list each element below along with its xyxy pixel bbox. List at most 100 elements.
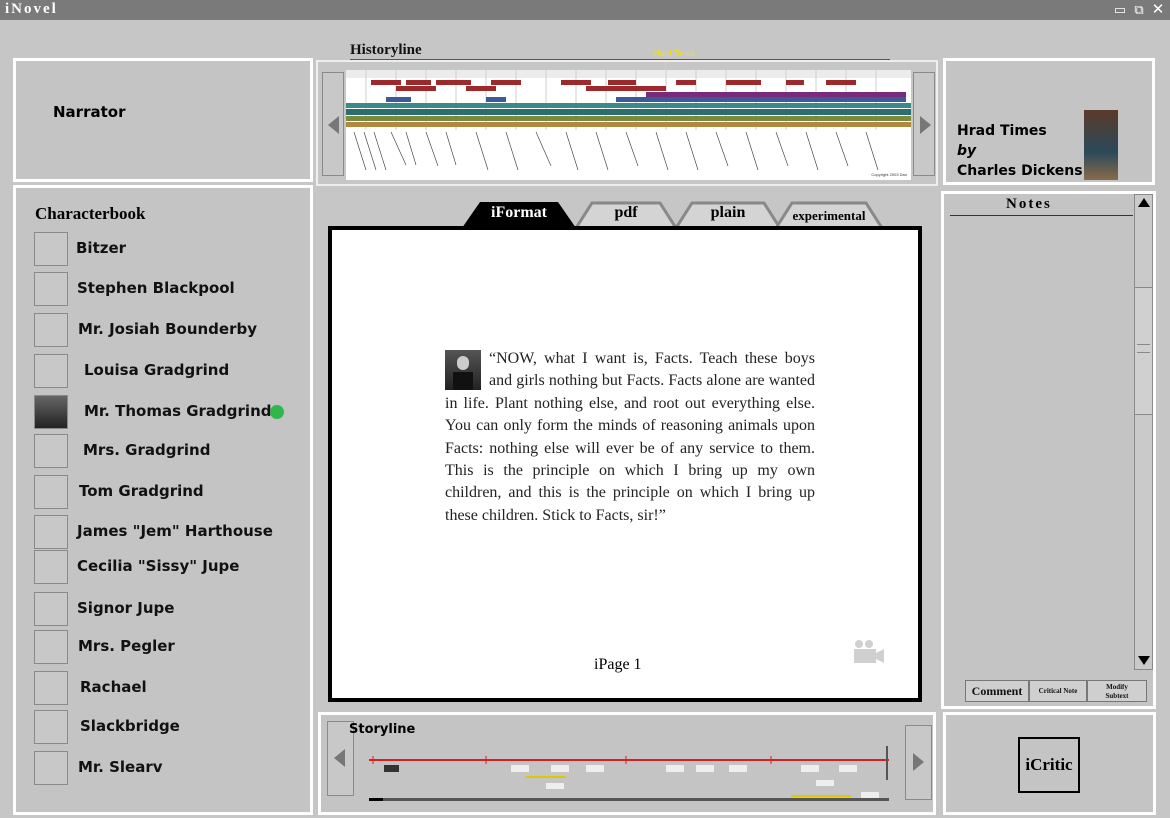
notes-area[interactable]	[950, 218, 1133, 674]
notes-title: Notes	[1006, 196, 1052, 212]
notes-divider	[950, 215, 1133, 216]
character-name: Tom Gradgrind	[79, 482, 204, 500]
scroll-thumb[interactable]	[1135, 287, 1152, 415]
minimize-button[interactable]: ▭	[1112, 2, 1128, 17]
character-item[interactable]: Signor Jupe	[34, 592, 304, 626]
character-avatar-placeholder[interactable]	[34, 232, 68, 266]
camera-icon[interactable]	[852, 638, 892, 666]
character-avatar-placeholder[interactable]	[34, 550, 68, 584]
historyline-highlight: Hard Times	[654, 49, 695, 58]
tab-plain-label: plain	[710, 204, 746, 221]
characterbook-title: Characterbook	[35, 204, 146, 223]
historyline-copyright: Copyright 2003 Dan	[871, 172, 907, 177]
book-info-panel: Hrad Times by Charles Dickens	[943, 58, 1155, 185]
character-name: Stephen Blackpool	[77, 279, 235, 297]
character-avatar-placeholder[interactable]	[34, 630, 68, 664]
historyline-title: Historyline	[350, 42, 422, 58]
character-item[interactable]: Mrs. Gradgrind	[34, 434, 304, 468]
tab-iformat[interactable]: iFormat	[462, 200, 576, 228]
arrow-left-icon	[328, 116, 339, 134]
passage-body: “NOW, what I want is, Facts. Teach these…	[445, 350, 815, 524]
character-name: Rachael	[80, 678, 147, 696]
icritic-button[interactable]: iCritic	[1018, 737, 1080, 793]
app-title: iNovel	[5, 1, 58, 17]
storyline-graphic[interactable]	[361, 740, 891, 802]
character-name: Cecilia "Sissy" Jupe	[77, 557, 240, 575]
character-name: Mr. Josiah Bounderby	[78, 320, 258, 338]
character-avatar-placeholder[interactable]	[34, 751, 68, 785]
character-name: Mr. Thomas Gradgrind	[84, 402, 272, 420]
tab-iformat-label: iFormat	[491, 204, 547, 221]
character-avatar-placeholder[interactable]	[34, 671, 68, 705]
close-button[interactable]: ✕	[1150, 2, 1166, 17]
passage-text[interactable]: “NOW, what I want is, Facts. Teach these…	[445, 348, 815, 527]
storyline-next-button[interactable]	[905, 725, 932, 800]
character-item[interactable]: Mr. Josiah Bounderby	[34, 313, 304, 347]
title-bar: iNovel ▭ ⧉ ✕	[0, 0, 1170, 20]
reader-page[interactable]: “NOW, what I want is, Facts. Teach these…	[328, 226, 922, 702]
tab-experimental[interactable]: experimental	[776, 200, 882, 228]
book-title: Hrad Times	[957, 123, 1047, 139]
arrow-left-icon	[334, 749, 345, 767]
book-cover-image[interactable]	[1084, 110, 1118, 180]
character-name: Mr. Slearv	[78, 758, 163, 776]
arrow-right-icon	[913, 753, 924, 771]
storyline-title: Storyline	[349, 722, 416, 737]
character-avatar-placeholder[interactable]	[34, 354, 68, 388]
notes-panel: Notes Comment Critical Note Modify Subte…	[941, 191, 1156, 709]
character-item[interactable]: Tom Gradgrind	[34, 475, 304, 509]
narrator-panel[interactable]: Narrator	[13, 58, 313, 182]
scroll-up-icon[interactable]	[1138, 198, 1150, 207]
character-item[interactable]: Slackbridge	[34, 710, 304, 744]
historyline-prev-button[interactable]	[322, 72, 344, 176]
character-portrait[interactable]	[445, 350, 481, 390]
narrator-label: Narrator	[53, 103, 126, 121]
tab-plain[interactable]: plain	[676, 200, 780, 228]
character-avatar-placeholder[interactable]	[34, 434, 68, 468]
modify-subtext-button[interactable]: Modify Subtext	[1087, 680, 1147, 702]
character-name: Slackbridge	[80, 717, 180, 735]
character-item[interactable]: Mr. Slearv	[34, 751, 304, 785]
historyline-next-button[interactable]	[913, 72, 935, 176]
character-name: Signor Jupe	[77, 599, 175, 617]
character-avatar-placeholder[interactable]	[34, 710, 68, 744]
tab-pdf-label: pdf	[614, 204, 638, 221]
character-item[interactable]: Rachael	[34, 671, 304, 705]
character-avatar-placeholder[interactable]	[34, 475, 68, 509]
character-avatar-placeholder[interactable]	[34, 515, 68, 549]
critical-note-button[interactable]: Critical Note	[1029, 680, 1087, 702]
character-name: Mrs. Pegler	[78, 637, 175, 655]
modify-subtext-line1: Modify	[1106, 683, 1128, 691]
active-status-dot	[270, 405, 284, 419]
character-item[interactable]: James "Jem" Harthouse	[34, 515, 304, 549]
restore-button[interactable]: ⧉	[1131, 2, 1147, 17]
comment-button[interactable]: Comment	[965, 680, 1029, 702]
character-name: Mrs. Gradgrind	[83, 441, 211, 459]
historyline-timeline[interactable]: Copyright 2003 Dan	[346, 70, 911, 180]
tab-experimental-label: experimental	[792, 208, 866, 223]
character-name: Bitzer	[76, 239, 127, 257]
notes-scrollbar[interactable]	[1134, 194, 1153, 670]
book-by: by	[957, 143, 977, 159]
character-name: Louisa Gradgrind	[84, 361, 230, 379]
storyline-panel: Storyline	[318, 712, 936, 815]
character-avatar-placeholder[interactable]	[34, 592, 68, 626]
character-item[interactable]: Cecilia "Sissy" Jupe	[34, 550, 304, 584]
character-name: James "Jem" Harthouse	[77, 522, 273, 540]
character-item[interactable]: Mrs. Pegler	[34, 630, 304, 664]
character-item[interactable]: Stephen Blackpool	[34, 272, 304, 306]
character-portrait[interactable]	[34, 395, 68, 429]
arrow-right-icon	[920, 116, 931, 134]
page-number: iPage 1	[594, 656, 642, 673]
modify-subtext-line2: Subtext	[1105, 692, 1129, 700]
scroll-down-icon[interactable]	[1138, 656, 1150, 665]
tab-pdf[interactable]: pdf	[576, 200, 676, 228]
character-item[interactable]: Bitzer	[34, 232, 304, 266]
book-author: Charles Dickens	[957, 163, 1083, 179]
character-avatar-placeholder[interactable]	[34, 272, 68, 306]
character-avatar-placeholder[interactable]	[34, 313, 68, 347]
icritic-panel: iCritic	[943, 712, 1156, 815]
character-item[interactable]: Mr. Thomas Gradgrind	[34, 395, 304, 429]
character-item[interactable]: Louisa Gradgrind	[34, 354, 304, 388]
historyline-graphic	[346, 70, 911, 171]
